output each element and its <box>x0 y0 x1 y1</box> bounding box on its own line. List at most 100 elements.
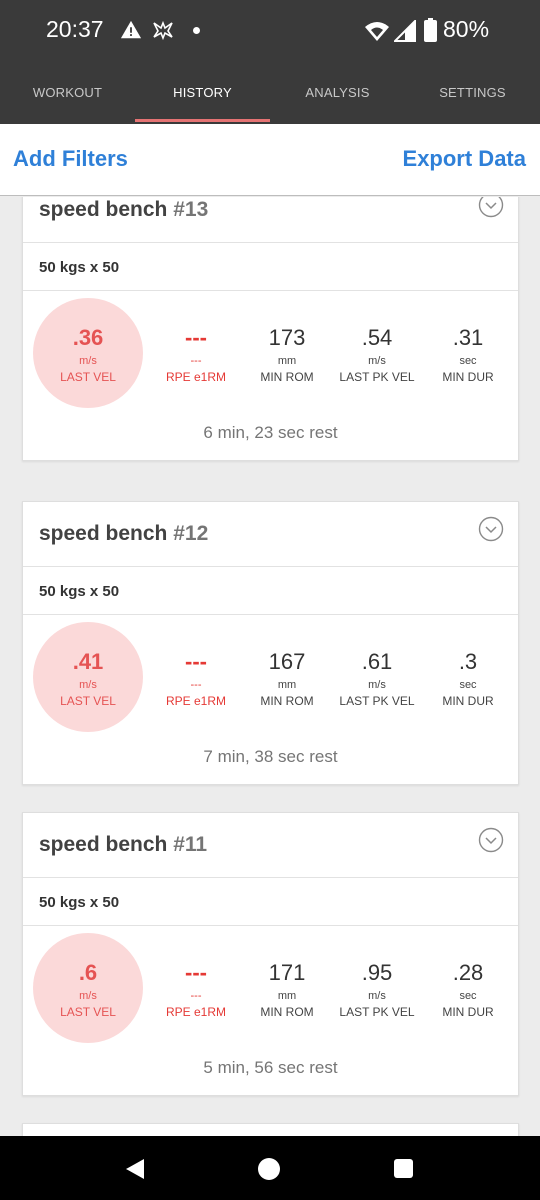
load-text: 50 kgs x 50 <box>39 583 120 600</box>
rest-time: 7 min, 38 sec rest <box>203 747 338 766</box>
status-bar: 20:37 80% <box>0 0 540 62</box>
exercise-name: speed bench <box>39 833 168 856</box>
stat-label: LAST PK VEL <box>339 370 415 384</box>
signal-icon <box>394 20 416 42</box>
stat-label: LAST PK VEL <box>339 1005 415 1019</box>
stat-last-vel: .6 m/s LAST VEL <box>43 960 133 1019</box>
chevron-down-icon[interactable] <box>478 827 504 853</box>
stat-last-pk-vel: .61 m/s LAST PK VEL <box>332 649 422 708</box>
stats-row: .6 m/s LAST VEL --- --- RPE e1RM 171 mm MIN RO… <box>23 926 518 1095</box>
navigation-bar <box>0 1136 540 1200</box>
load-row: 50 kgs x 50 <box>23 243 518 291</box>
stat-rpe-e1rm: --- --- RPE e1RM <box>151 960 241 1019</box>
stat-label: MIN DUR <box>442 1005 494 1019</box>
set-number: #12 <box>173 522 209 545</box>
battery-percent: 80% <box>443 16 490 42</box>
recent-apps-icon[interactable] <box>394 1159 413 1178</box>
stat-unit: sec <box>459 990 477 1002</box>
chevron-down-icon[interactable] <box>478 516 504 542</box>
stat-value: .61 <box>361 649 393 674</box>
stat-value: --- <box>185 960 207 985</box>
stat-unit: sec <box>459 355 477 367</box>
load-row: 50 kgs x 50 <box>23 567 518 615</box>
add-filters-button[interactable]: Add Filters <box>13 146 128 172</box>
stat-value: --- <box>185 325 207 350</box>
history-list[interactable]: speed bench #13 50 kgs x 50 .36 m/s LAST V… <box>0 197 540 1136</box>
export-data-button[interactable]: Export Data <box>403 146 526 172</box>
stat-rpe-e1rm: --- --- RPE e1RM <box>151 325 241 384</box>
status-time: 20:37 <box>46 16 104 42</box>
tab-analysis[interactable]: ANALYSIS <box>270 62 405 124</box>
stat-unit: m/s <box>79 990 97 1002</box>
stat-min-dur: .31 sec MIN DUR <box>423 325 513 384</box>
stat-unit: mm <box>277 355 297 367</box>
stat-value: 171 <box>268 960 306 985</box>
stat-unit: --- <box>190 679 202 691</box>
stat-unit: m/s <box>368 355 386 367</box>
tab-bar: WORKOUT HISTORY ANALYSIS SETTINGS <box>0 62 540 124</box>
stat-unit: m/s <box>368 679 386 691</box>
load-text: 50 kgs x 50 <box>39 259 120 276</box>
set-card <box>22 1123 519 1136</box>
warning-icon <box>120 20 142 39</box>
stat-label: MIN ROM <box>260 1005 314 1019</box>
stat-last-vel: .41 m/s LAST VEL <box>43 649 133 708</box>
stat-last-pk-vel: .95 m/s LAST PK VEL <box>332 960 422 1019</box>
action-bar: Add Filters Export Data <box>0 124 540 196</box>
set-card: speed bench #11 50 kgs x 50 .6 m/s LAST VE… <box>22 812 519 1096</box>
stat-label: RPE e1RM <box>165 370 227 384</box>
load-row: 50 kgs x 50 <box>23 878 518 926</box>
stat-label: LAST PK VEL <box>339 694 415 708</box>
chevron-down-icon[interactable] <box>478 197 504 218</box>
stat-unit: --- <box>190 990 202 1002</box>
home-icon[interactable] <box>258 1158 280 1180</box>
stat-rpe-e1rm: --- --- RPE e1RM <box>151 649 241 708</box>
stat-label: MIN DUR <box>442 694 494 708</box>
stat-last-vel: .36 m/s LAST VEL <box>43 325 133 384</box>
wifi-icon <box>365 22 389 41</box>
stat-unit: m/s <box>79 355 97 367</box>
card-header: speed bench #11 <box>23 813 518 878</box>
exercise-name: speed bench <box>39 522 168 545</box>
set-card: speed bench #12 50 kgs x 50 .41 m/s LAST V… <box>22 501 519 785</box>
stats-row: .41 m/s LAST VEL --- --- RPE e1RM 167 mm MIN R… <box>23 615 518 784</box>
stat-value: .54 <box>361 325 393 350</box>
stat-min-rom: 171 mm MIN ROM <box>242 960 332 1019</box>
stat-unit: mm <box>277 679 297 691</box>
stat-value: .95 <box>361 960 393 985</box>
stat-unit: sec <box>459 679 477 691</box>
set-title: speed bench #11 <box>39 833 207 857</box>
stat-value: 173 <box>268 325 306 350</box>
stat-label: MIN ROM <box>260 370 314 384</box>
stat-min-rom: 173 mm MIN ROM <box>242 325 332 384</box>
stat-unit: m/s <box>368 990 386 1002</box>
stat-value: .3 <box>458 649 478 674</box>
stat-min-dur: .3 sec MIN DUR <box>423 649 513 708</box>
stat-value: 167 <box>268 649 306 674</box>
set-number: #11 <box>173 833 208 856</box>
tab-settings[interactable]: SETTINGS <box>405 62 540 124</box>
battery-icon <box>424 18 437 42</box>
card-header: speed bench #13 <box>23 197 518 243</box>
stat-label: LAST VEL <box>60 1005 116 1019</box>
stat-unit: mm <box>277 990 297 1002</box>
stats-row: .36 m/s LAST VEL --- --- RPE e1RM 173 mm MIN R… <box>23 291 518 460</box>
back-icon[interactable] <box>123 1157 147 1181</box>
active-tab-indicator <box>135 119 270 122</box>
stat-value: .28 <box>452 960 484 985</box>
rest-time: 5 min, 56 sec rest <box>203 1058 338 1077</box>
stat-value: .6 <box>78 960 98 985</box>
set-title: speed bench #13 <box>39 198 208 222</box>
stat-label: LAST VEL <box>60 370 116 384</box>
tab-workout[interactable]: WORKOUT <box>0 62 135 124</box>
card-header: speed bench #12 <box>23 502 518 567</box>
exercise-name: speed bench <box>39 198 168 221</box>
stat-label: RPE e1RM <box>165 1005 227 1019</box>
stat-label: MIN ROM <box>260 694 314 708</box>
stat-last-pk-vel: .54 m/s LAST PK VEL <box>332 325 422 384</box>
stat-label: LAST VEL <box>60 694 116 708</box>
stat-unit: --- <box>190 355 202 367</box>
tab-history[interactable]: HISTORY <box>135 62 270 124</box>
stat-value: --- <box>185 649 207 674</box>
app-notification-icon <box>153 20 173 40</box>
